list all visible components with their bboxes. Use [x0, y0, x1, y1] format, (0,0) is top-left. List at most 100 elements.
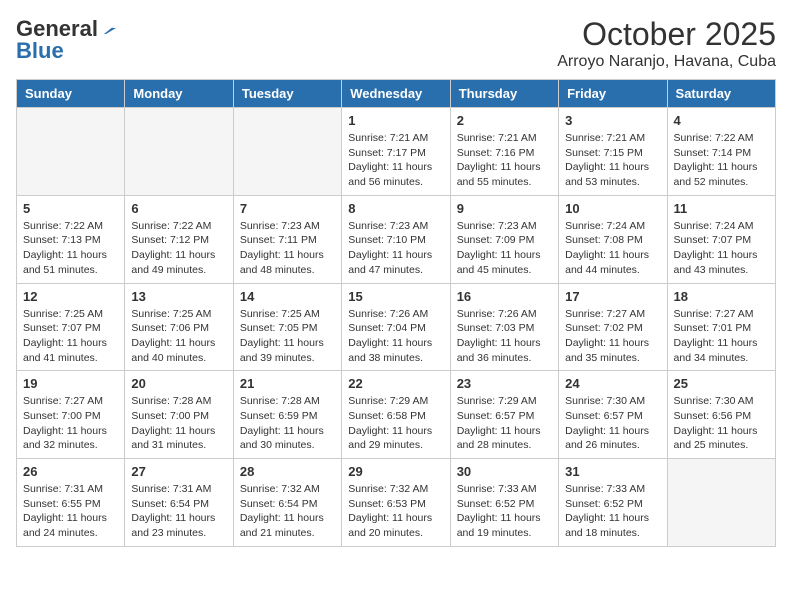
month-title: October 2025 — [557, 16, 776, 53]
page-header: General Blue October 2025 Arroyo Naranjo… — [16, 16, 776, 71]
day-info: Sunrise: 7:31 AM Sunset: 6:55 PM Dayligh… — [23, 482, 118, 541]
calendar-cell: 1 Sunrise: 7:21 AM Sunset: 7:17 PM Daylig… — [342, 108, 450, 196]
day-number: 1 — [348, 113, 443, 128]
day-number: 12 — [23, 289, 118, 304]
day-info: Sunrise: 7:25 AM Sunset: 7:06 PM Dayligh… — [131, 307, 226, 366]
day-number: 13 — [131, 289, 226, 304]
calendar-cell: 19 Sunrise: 7:27 AM Sunset: 7:00 PM Dayli… — [17, 371, 125, 459]
day-info: Sunrise: 7:26 AM Sunset: 7:03 PM Dayligh… — [457, 307, 552, 366]
calendar-cell: 12 Sunrise: 7:25 AM Sunset: 7:07 PM Dayli… — [17, 283, 125, 371]
calendar-cell — [17, 108, 125, 196]
day-info: Sunrise: 7:28 AM Sunset: 6:59 PM Dayligh… — [240, 394, 335, 453]
calendar-cell: 18 Sunrise: 7:27 AM Sunset: 7:01 PM Dayli… — [667, 283, 775, 371]
day-number: 30 — [457, 464, 552, 479]
day-number: 14 — [240, 289, 335, 304]
calendar-cell: 15 Sunrise: 7:26 AM Sunset: 7:04 PM Dayli… — [342, 283, 450, 371]
calendar-week-5: 26 Sunrise: 7:31 AM Sunset: 6:55 PM Dayli… — [17, 459, 776, 547]
day-info: Sunrise: 7:23 AM Sunset: 7:10 PM Dayligh… — [348, 219, 443, 278]
day-info: Sunrise: 7:31 AM Sunset: 6:54 PM Dayligh… — [131, 482, 226, 541]
day-number: 19 — [23, 376, 118, 391]
day-info: Sunrise: 7:22 AM Sunset: 7:13 PM Dayligh… — [23, 219, 118, 278]
calendar-week-3: 12 Sunrise: 7:25 AM Sunset: 7:07 PM Dayli… — [17, 283, 776, 371]
calendar-week-1: 1 Sunrise: 7:21 AM Sunset: 7:17 PM Daylig… — [17, 108, 776, 196]
day-number: 9 — [457, 201, 552, 216]
weekday-header-thursday: Thursday — [450, 80, 558, 108]
day-number: 4 — [674, 113, 769, 128]
day-info: Sunrise: 7:30 AM Sunset: 6:56 PM Dayligh… — [674, 394, 769, 453]
calendar-cell: 25 Sunrise: 7:30 AM Sunset: 6:56 PM Dayli… — [667, 371, 775, 459]
day-number: 10 — [565, 201, 660, 216]
day-number: 3 — [565, 113, 660, 128]
day-number: 16 — [457, 289, 552, 304]
day-number: 17 — [565, 289, 660, 304]
weekday-header-tuesday: Tuesday — [233, 80, 341, 108]
calendar-week-2: 5 Sunrise: 7:22 AM Sunset: 7:13 PM Daylig… — [17, 195, 776, 283]
calendar-cell: 13 Sunrise: 7:25 AM Sunset: 7:06 PM Dayli… — [125, 283, 233, 371]
day-info: Sunrise: 7:24 AM Sunset: 7:08 PM Dayligh… — [565, 219, 660, 278]
calendar-cell: 8 Sunrise: 7:23 AM Sunset: 7:10 PM Daylig… — [342, 195, 450, 283]
day-info: Sunrise: 7:27 AM Sunset: 7:00 PM Dayligh… — [23, 394, 118, 453]
calendar-cell: 20Sunrise: 7:28 AM Sunset: 7:00 PM Dayli… — [125, 371, 233, 459]
calendar-cell: 9 Sunrise: 7:23 AM Sunset: 7:09 PM Daylig… — [450, 195, 558, 283]
calendar-cell: 29 Sunrise: 7:32 AM Sunset: 6:53 PM Dayli… — [342, 459, 450, 547]
day-info: Sunrise: 7:21 AM Sunset: 7:15 PM Dayligh… — [565, 131, 660, 190]
calendar-cell: 17 Sunrise: 7:27 AM Sunset: 7:02 PM Dayli… — [559, 283, 667, 371]
calendar-cell: 10 Sunrise: 7:24 AM Sunset: 7:08 PM Dayli… — [559, 195, 667, 283]
calendar-cell: 31 Sunrise: 7:33 AM Sunset: 6:52 PM Dayli… — [559, 459, 667, 547]
day-number: 21 — [240, 376, 335, 391]
title-block: October 2025 Arroyo Naranjo, Havana, Cub… — [557, 16, 776, 71]
day-number: 15 — [348, 289, 443, 304]
day-info: Sunrise: 7:24 AM Sunset: 7:07 PM Dayligh… — [674, 219, 769, 278]
day-number: 28 — [240, 464, 335, 479]
calendar-cell — [125, 108, 233, 196]
day-number: 22 — [348, 376, 443, 391]
day-info: Sunrise: 7:25 AM Sunset: 7:07 PM Dayligh… — [23, 307, 118, 366]
day-info: Sunrise: 7:21 AM Sunset: 7:16 PM Dayligh… — [457, 131, 552, 190]
calendar-cell: 23Sunrise: 7:29 AM Sunset: 6:57 PM Dayli… — [450, 371, 558, 459]
day-number: 7 — [240, 201, 335, 216]
day-info: Sunrise: 7:26 AM Sunset: 7:04 PM Dayligh… — [348, 307, 443, 366]
day-info: Sunrise: 7:27 AM Sunset: 7:01 PM Dayligh… — [674, 307, 769, 366]
day-info: Sunrise: 7:23 AM Sunset: 7:11 PM Dayligh… — [240, 219, 335, 278]
day-info: Sunrise: 7:29 AM Sunset: 6:57 PM Dayligh… — [457, 394, 552, 453]
calendar-cell: 2 Sunrise: 7:21 AM Sunset: 7:16 PM Daylig… — [450, 108, 558, 196]
weekday-header-monday: Monday — [125, 80, 233, 108]
calendar-cell: 26 Sunrise: 7:31 AM Sunset: 6:55 PM Dayli… — [17, 459, 125, 547]
day-info: Sunrise: 7:33 AM Sunset: 6:52 PM Dayligh… — [457, 482, 552, 541]
logo: General Blue — [16, 16, 118, 64]
calendar-cell — [667, 459, 775, 547]
weekday-header-row: SundayMondayTuesdayWednesdayThursdayFrid… — [17, 80, 776, 108]
day-number: 8 — [348, 201, 443, 216]
calendar-week-4: 19 Sunrise: 7:27 AM Sunset: 7:00 PM Dayli… — [17, 371, 776, 459]
day-number: 27 — [131, 464, 226, 479]
day-number: 29 — [348, 464, 443, 479]
day-number: 31 — [565, 464, 660, 479]
calendar-cell: 11 Sunrise: 7:24 AM Sunset: 7:07 PM Dayli… — [667, 195, 775, 283]
day-info: Sunrise: 7:29 AM Sunset: 6:58 PM Dayligh… — [348, 394, 443, 453]
weekday-header-sunday: Sunday — [17, 80, 125, 108]
location: Arroyo Naranjo, Havana, Cuba — [557, 53, 776, 71]
day-info: Sunrise: 7:23 AM Sunset: 7:09 PM Dayligh… — [457, 219, 552, 278]
day-number: 25 — [674, 376, 769, 391]
day-info: Sunrise: 7:27 AM Sunset: 7:02 PM Dayligh… — [565, 307, 660, 366]
calendar-cell: 6Sunrise: 7:22 AM Sunset: 7:12 PM Daylig… — [125, 195, 233, 283]
calendar-cell: 28 Sunrise: 7:32 AM Sunset: 6:54 PM Dayli… — [233, 459, 341, 547]
weekday-header-wednesday: Wednesday — [342, 80, 450, 108]
logo-blue: Blue — [16, 38, 64, 64]
day-number: 11 — [674, 201, 769, 216]
calendar-cell: 7 Sunrise: 7:23 AM Sunset: 7:11 PM Daylig… — [233, 195, 341, 283]
calendar-cell: 14Sunrise: 7:25 AM Sunset: 7:05 PM Dayli… — [233, 283, 341, 371]
day-info: Sunrise: 7:21 AM Sunset: 7:17 PM Dayligh… — [348, 131, 443, 190]
day-number: 5 — [23, 201, 118, 216]
day-info: Sunrise: 7:32 AM Sunset: 6:54 PM Dayligh… — [240, 482, 335, 541]
logo-bird-icon — [100, 20, 118, 38]
day-number: 6 — [131, 201, 226, 216]
day-number: 2 — [457, 113, 552, 128]
day-number: 26 — [23, 464, 118, 479]
day-info: Sunrise: 7:32 AM Sunset: 6:53 PM Dayligh… — [348, 482, 443, 541]
calendar-cell: 4Sunrise: 7:22 AM Sunset: 7:14 PM Daylig… — [667, 108, 775, 196]
calendar: SundayMondayTuesdayWednesdayThursdayFrid… — [16, 79, 776, 547]
weekday-header-friday: Friday — [559, 80, 667, 108]
day-number: 18 — [674, 289, 769, 304]
day-info: Sunrise: 7:33 AM Sunset: 6:52 PM Dayligh… — [565, 482, 660, 541]
